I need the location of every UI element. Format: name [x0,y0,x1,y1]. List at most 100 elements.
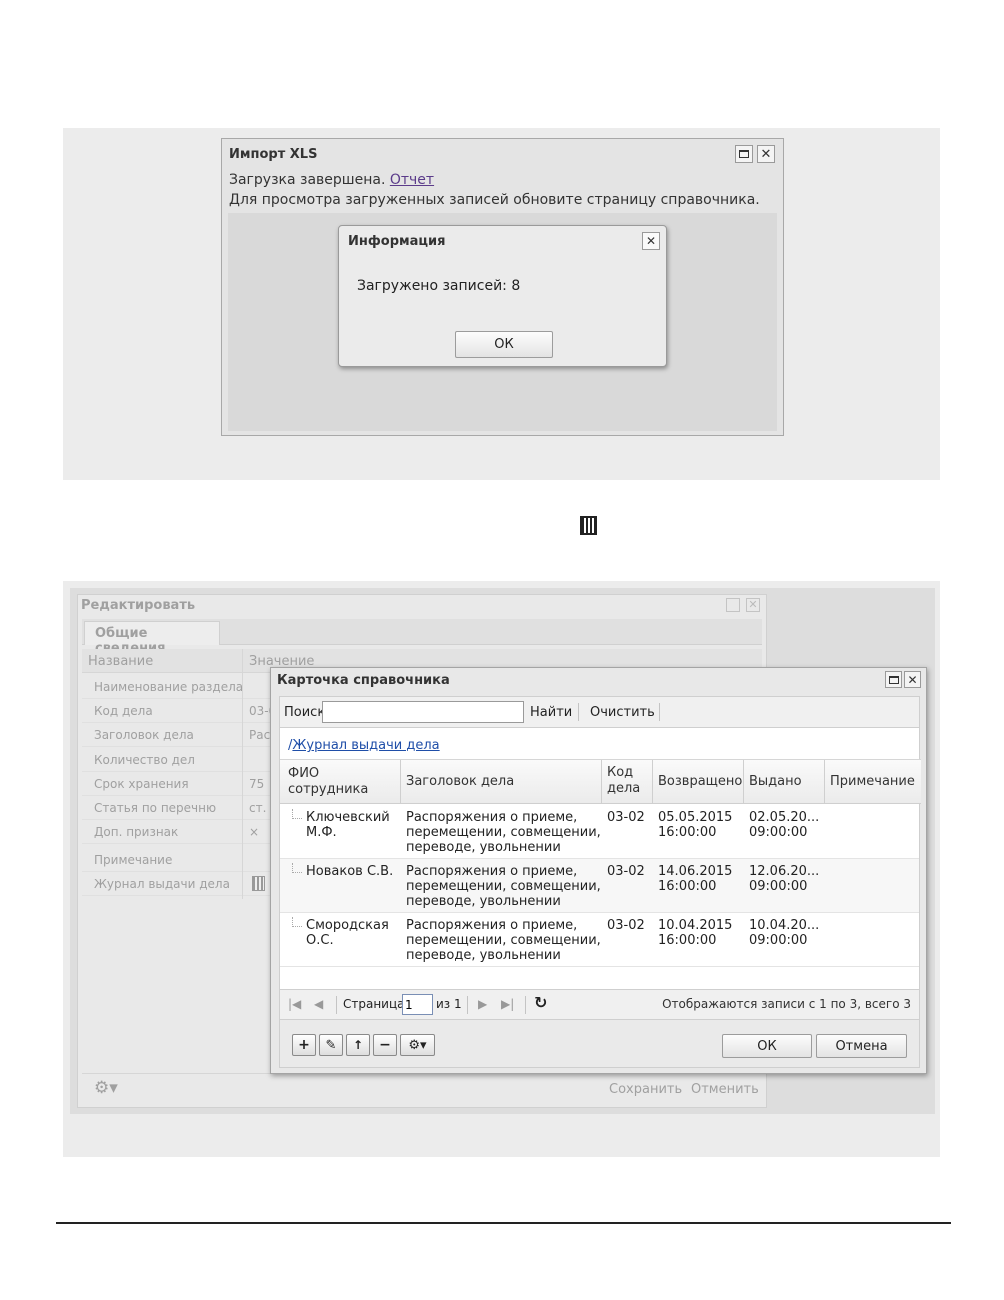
edit-close-button[interactable]: ✕ [746,598,760,612]
next-page-icon[interactable]: ▶ [478,997,487,1011]
page-input[interactable] [402,994,433,1015]
close-icon: ✕ [907,672,918,687]
cell-issued: 12.06.20... 09:00:00 [749,864,820,894]
pager-summary: Отображаются записи с 1 по 3, всего 3 [662,997,911,1011]
table-row[interactable]: Ключевский М.Ф. Распоряжения о приеме, пе… [280,805,919,859]
table-row[interactable]: Новаков С.В. Распоряжения о приеме, перем… [280,859,919,913]
col-code-header[interactable]: Код дела [607,765,640,797]
edit-button[interactable]: ✎ [319,1034,343,1056]
grid-panel: /Журнал выдачи дела ФИО сотрудника Загол… [279,728,921,990]
page-label: Страница [343,997,405,1011]
arrow-up-icon: ↑ [352,1038,364,1052]
import-dialog-title: Импорт XLS [229,147,318,162]
card-maximize-button[interactable] [885,671,902,688]
find-button[interactable]: Найти [530,705,572,720]
pager-separator [336,996,337,1014]
property-value: 75 [249,777,265,791]
info-close-button[interactable]: ✕ [642,232,660,250]
import-status: Загрузка завершена. Отчет [229,172,434,188]
search-label: Поиск [284,705,326,720]
cell-code: 03-02 [607,810,645,825]
col-note-header[interactable]: Примечание [830,774,915,790]
cell-code: 03-02 [607,918,645,933]
search-input[interactable] [322,701,524,723]
tree-line [292,809,302,819]
col-name-header: Название [88,654,154,669]
first-page-icon[interactable]: |◀ [288,997,301,1011]
col-divider [743,760,744,804]
settings-menu-button[interactable]: ⚙▾ [400,1034,435,1056]
col-returned-header[interactable]: Возвращено [658,774,742,790]
close-button[interactable]: ✕ [757,145,775,163]
maximize-button[interactable] [735,145,753,163]
search-toolbar: Поиск Найти Очистить [279,696,920,728]
grid-header: ФИО сотрудника Заголовок дела Код дела В… [280,759,921,804]
maximize-icon [739,150,749,158]
cell-title: Распоряжения о приеме, перемещении, совм… [406,810,601,855]
pager: |◀ ◀ Страница из 1 ▶ ▶| ↻ Отображаются з… [279,990,920,1020]
tree-line [292,863,302,873]
delete-button[interactable]: − [373,1034,397,1056]
breadcrumb: /Журнал выдачи дела [288,738,440,753]
card-ok-button[interactable]: ОК [722,1034,812,1058]
last-page-icon[interactable]: ▶| [501,997,514,1011]
cell-returned: 14.06.2015 16:00:00 [658,864,733,894]
col-fio-header[interactable]: ФИО сотрудника [288,766,368,798]
edit-maximize-button[interactable] [726,598,740,612]
close-icon: ✕ [748,598,758,611]
col-divider [601,760,602,804]
info-ok-button[interactable]: ОК [455,331,553,358]
table-row[interactable]: Смородская О.С. Распоряжения о приеме, пе… [280,913,919,967]
property-value: × [249,825,260,839]
close-icon: ✕ [760,146,772,162]
info-message: Загружено записей: 8 [357,278,521,294]
property-name: Статья по перечню [94,801,217,815]
col-divider [652,760,653,804]
cell-returned: 10.04.2015 16:00:00 [658,918,733,948]
card-close-button[interactable]: ✕ [904,671,921,688]
toolbar-separator [659,703,660,721]
status-text: Загрузка завершена. [229,172,386,188]
property-name: Журнал выдачи дела [94,877,230,891]
col-divider [400,760,401,804]
info-dialog-title: Информация [348,234,446,249]
refresh-icon[interactable]: ↻ [534,993,547,1012]
close-icon: ✕ [645,234,657,248]
property-value: Рас [249,728,271,742]
cell-issued: 10.04.20... 09:00:00 [749,918,820,948]
settings-icon[interactable]: ⚙▾ [94,1078,118,1098]
tab-general[interactable]: Общие сведения [84,621,220,656]
journal-icon[interactable] [252,876,265,891]
col-divider [824,760,825,804]
card-cancel-button[interactable]: Отмена [816,1034,907,1058]
tree-line [292,917,302,927]
report-link[interactable]: Отчет [390,172,434,188]
pager-separator [467,996,468,1014]
prev-page-icon[interactable]: ◀ [314,997,323,1011]
col-title-header[interactable]: Заголовок дела [406,774,514,790]
cancel-edit-button[interactable]: Отменить [691,1082,759,1097]
property-value: ст. [249,801,267,815]
clear-button[interactable]: Очистить [590,705,655,720]
property-name: Код дела [94,704,153,718]
property-name: Количество дел [94,753,195,767]
info-dialog: Информация ✕ Загружено записей: 8 ОК [338,225,667,367]
edit-footer: ⚙▾ Сохранить Отменить [82,1073,762,1103]
cell-issued: 02.05.20... 09:00:00 [749,810,820,840]
add-button[interactable]: + [292,1034,316,1056]
col-issued-header[interactable]: Выдано [749,774,802,790]
cell-title: Распоряжения о приеме, перемещении, совм… [406,918,601,963]
page-divider [56,1222,951,1224]
property-col-divider [242,649,243,899]
breadcrumb-link[interactable]: Журнал выдачи дела [292,738,439,753]
plus-icon: + [298,1037,310,1053]
card-footer: + ✎ ↑ − ⚙▾ ОК Отмена [279,1020,920,1068]
cell-fio: Ключевский М.Ф. [306,810,390,840]
move-up-button[interactable]: ↑ [346,1034,370,1056]
save-button[interactable]: Сохранить [609,1082,682,1097]
pencil-icon: ✎ [325,1037,337,1053]
property-name: Примечание [94,853,173,867]
card-window: Карточка справочника ✕ Поиск Найти Очист… [270,667,927,1074]
edit-window-title: Редактировать [81,598,196,613]
cell-returned: 05.05.2015 16:00:00 [658,810,733,840]
